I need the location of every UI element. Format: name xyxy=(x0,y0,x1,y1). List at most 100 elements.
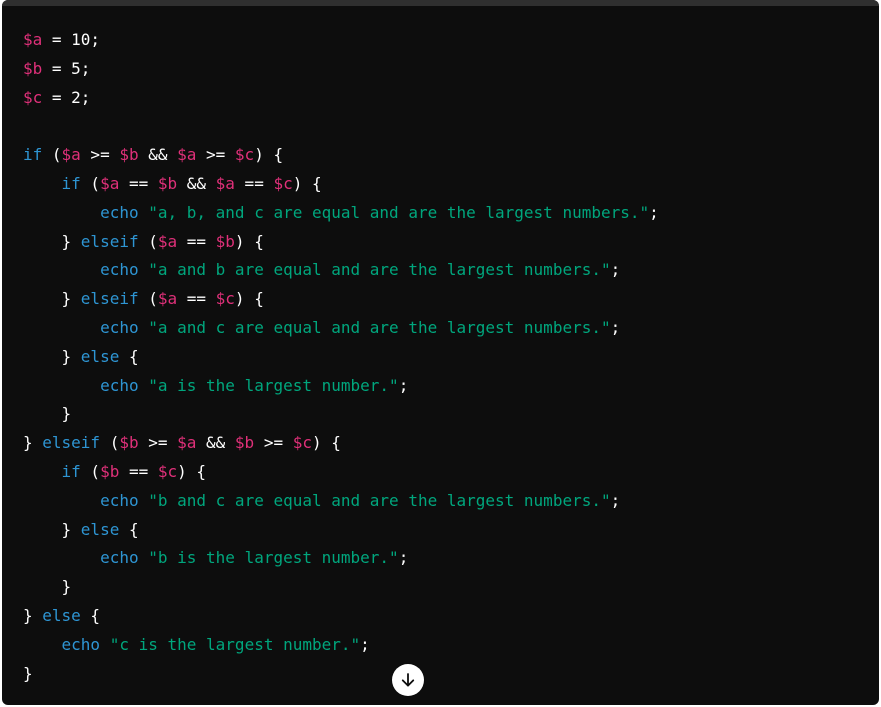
code-block-header xyxy=(2,0,879,6)
code-token-plain: && xyxy=(177,174,216,193)
code-token-plain: >= xyxy=(196,145,235,164)
code-token-plain: ) { xyxy=(235,289,264,308)
code-token-keyword: echo xyxy=(100,376,139,395)
code-content[interactable]: $a = 10;$b = 5;$c = 2;if ($a >= $b && $a… xyxy=(23,26,659,688)
code-token-plain: && xyxy=(139,145,178,164)
code-token-variable: $a xyxy=(216,174,235,193)
code-line: } xyxy=(23,573,659,602)
code-token-variable: $b xyxy=(235,433,254,452)
code-token-plain: } xyxy=(23,347,81,366)
code-token-plain xyxy=(139,260,149,279)
scroll-to-bottom-button[interactable] xyxy=(392,664,424,696)
code-token-plain: >= xyxy=(139,433,178,452)
code-token-plain: = 2; xyxy=(42,88,90,107)
code-token-plain: ; xyxy=(399,548,409,567)
code-token-variable: $c xyxy=(216,289,235,308)
code-token-keyword: elseif xyxy=(81,232,139,251)
code-token-string: "a and b are equal and are the largest n… xyxy=(148,260,610,279)
code-token-string: "b and c are equal and are the largest n… xyxy=(148,491,610,510)
code-token-keyword: echo xyxy=(100,260,139,279)
code-token-variable: $a xyxy=(100,174,119,193)
code-token-keyword: if xyxy=(62,462,81,481)
code-token-plain: ( xyxy=(42,145,61,164)
code-token-plain: && xyxy=(196,433,235,452)
code-token-plain: ) { xyxy=(254,145,283,164)
code-line: echo "a, b, and c are equal and are the … xyxy=(23,199,659,228)
code-token-plain xyxy=(23,318,100,337)
code-token-plain xyxy=(23,635,62,654)
code-token-plain xyxy=(23,548,100,567)
code-token-variable: $c xyxy=(293,433,312,452)
code-token-plain: } xyxy=(23,520,81,539)
code-token-plain: } xyxy=(23,433,42,452)
code-token-variable: $a xyxy=(177,433,196,452)
code-token-plain xyxy=(23,376,100,395)
code-line: $a = 10; xyxy=(23,26,659,55)
code-token-variable: $a xyxy=(158,232,177,251)
code-token-plain: ) { xyxy=(235,232,264,251)
code-token-plain: ) { xyxy=(312,433,341,452)
code-line: echo "c is the largest number."; xyxy=(23,631,659,660)
code-token-plain: = 10; xyxy=(42,30,100,49)
code-token-plain: ; xyxy=(360,635,370,654)
code-line: echo "a is the largest number."; xyxy=(23,372,659,401)
code-token-variable: $b xyxy=(23,59,42,78)
code-token-plain xyxy=(23,462,62,481)
code-token-plain: == xyxy=(119,462,158,481)
code-token-plain: >= xyxy=(254,433,293,452)
code-block: $a = 10;$b = 5;$c = 2;if ($a >= $b && $a… xyxy=(2,0,879,705)
code-line: } xyxy=(23,400,659,429)
code-token-variable: $a xyxy=(62,145,81,164)
code-token-variable: $a xyxy=(23,30,42,49)
code-token-plain xyxy=(100,635,110,654)
code-token-plain: } xyxy=(23,404,71,423)
code-line: } elseif ($b >= $a && $b >= $c) { xyxy=(23,429,659,458)
code-token-plain: ; xyxy=(611,318,621,337)
code-token-plain: ( xyxy=(139,232,158,251)
code-token-keyword: elseif xyxy=(81,289,139,308)
code-token-keyword: echo xyxy=(100,318,139,337)
code-token-plain: ( xyxy=(81,462,100,481)
code-line: if ($b == $c) { xyxy=(23,458,659,487)
code-token-plain: >= xyxy=(81,145,120,164)
code-token-plain xyxy=(139,548,149,567)
code-token-plain: ; xyxy=(611,260,621,279)
code-token-variable: $b xyxy=(100,462,119,481)
code-line: $c = 2; xyxy=(23,84,659,113)
code-token-plain: == xyxy=(119,174,158,193)
code-token-variable: $b xyxy=(119,145,138,164)
code-token-variable: $b xyxy=(216,232,235,251)
code-token-keyword: echo xyxy=(100,203,139,222)
code-line: } else { xyxy=(23,516,659,545)
code-token-string: "b is the largest number." xyxy=(148,548,398,567)
code-token-keyword: else xyxy=(81,520,120,539)
code-token-string: "a and c are equal and are the largest n… xyxy=(148,318,610,337)
code-token-string: "a, b, and c are equal and are the large… xyxy=(148,203,649,222)
code-line: } else { xyxy=(23,343,659,372)
code-token-plain xyxy=(23,174,62,193)
code-line: } else { xyxy=(23,602,659,631)
code-token-variable: $c xyxy=(23,88,42,107)
code-line: } elseif ($a == $c) { xyxy=(23,285,659,314)
code-line: if ($a == $b && $a == $c) { xyxy=(23,170,659,199)
code-token-plain: } xyxy=(23,577,71,596)
code-token-plain: } xyxy=(23,664,33,683)
arrow-down-icon xyxy=(399,671,417,689)
code-token-plain: } xyxy=(23,289,81,308)
code-token-plain: == xyxy=(177,232,216,251)
code-line: if ($a >= $b && $a >= $c) { xyxy=(23,141,659,170)
code-token-string: "a is the largest number." xyxy=(148,376,398,395)
code-token-plain: ( xyxy=(139,289,158,308)
code-token-plain xyxy=(139,376,149,395)
code-token-keyword: elseif xyxy=(42,433,100,452)
code-token-plain xyxy=(23,260,100,279)
code-token-plain: } xyxy=(23,232,81,251)
code-token-variable: $a xyxy=(177,145,196,164)
code-line: echo "b and c are equal and are the larg… xyxy=(23,487,659,516)
code-line: } elseif ($a == $b) { xyxy=(23,228,659,257)
code-token-plain: ) { xyxy=(293,174,322,193)
code-token-variable: $a xyxy=(158,289,177,308)
code-token-plain: { xyxy=(81,606,100,625)
code-token-keyword: if xyxy=(62,174,81,193)
code-token-plain: ( xyxy=(81,174,100,193)
